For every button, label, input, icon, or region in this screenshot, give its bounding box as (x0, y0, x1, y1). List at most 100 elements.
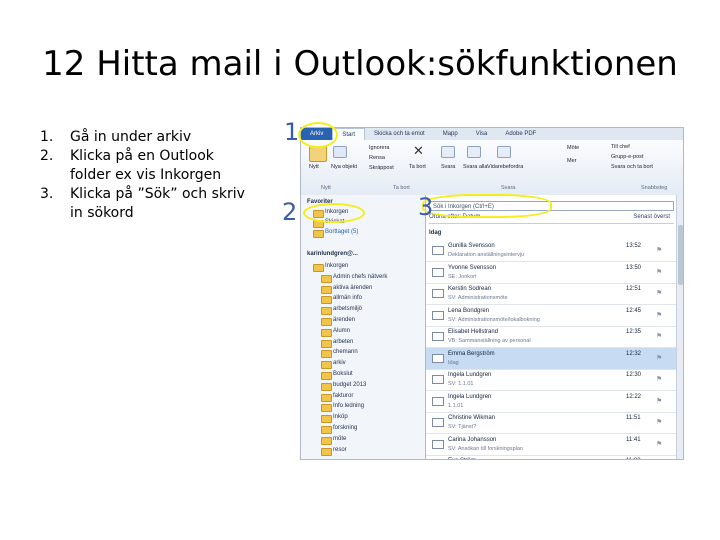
nav-folder[interactable]: resor (333, 447, 347, 453)
meeting-button[interactable]: Möte (567, 145, 579, 151)
quick-step-team-email[interactable]: Grupp-e-post (611, 154, 643, 160)
flag-icon[interactable]: ⚑ (656, 397, 662, 405)
flag-icon[interactable]: ⚑ (656, 246, 662, 254)
reply-all-icon (467, 146, 481, 158)
nav-folder[interactable]: arbetsmiljö (333, 306, 362, 312)
step-1: 1. Gå in under arkiv (40, 128, 255, 147)
nav-folder[interactable]: Admin chefs nätverk (333, 274, 387, 280)
flag-icon[interactable]: ⚑ (656, 418, 662, 426)
mail-row[interactable]: Christine Wikman SV: Tjänst? 11:51 ⚑ (426, 412, 676, 434)
mail-time: 13:52 (626, 243, 642, 249)
new-items-button[interactable]: Nya objekt (331, 164, 357, 170)
mail-time: 12:32 (626, 350, 642, 357)
mail-sender: Elisabet Hellstrand (448, 329, 499, 335)
mail-sender: Kerstin Sodrean (448, 286, 492, 292)
mail-subject: SV: Administrationsmöte/lokalbokning (448, 316, 540, 323)
reply-button[interactable]: Svara (441, 164, 455, 170)
quick-step-to-manager[interactable]: Till chef (611, 144, 630, 150)
list-scrollbar[interactable] (676, 195, 683, 459)
group-respond-label: Svara (501, 185, 516, 191)
flag-icon[interactable]: ⚑ (656, 440, 662, 448)
new-email-icon (309, 146, 327, 162)
folder-icon (313, 264, 324, 272)
nav-favorite-deleted[interactable]: Borttaget (5) (325, 229, 358, 235)
mail-sender: Yvonne Svensson (448, 264, 497, 271)
nav-folder[interactable]: arkiv (333, 360, 346, 366)
mail-subject: SV: 1.1.01 (448, 381, 474, 387)
nav-folder[interactable]: fakturor (333, 393, 353, 399)
mail-row[interactable]: Yvonne Svensson SE: Jonkort 13:50 ⚑ (426, 262, 676, 284)
mail-subject: SV: Tjänst? (448, 424, 477, 430)
ignore-button[interactable]: Ignorera (369, 145, 390, 151)
new-email-button[interactable]: Nytt (309, 164, 319, 170)
mail-subject: SV: Administrationsmöte (448, 295, 508, 301)
step-3: 3. Klicka på ”Sök” och skriv in sökord (40, 185, 255, 223)
nav-folder[interactable]: ärenden (333, 317, 355, 323)
quick-step-reply-delete[interactable]: Svara och ta bort (611, 164, 653, 170)
step-text: Klicka på en Outlook folder ex vis Inkor… (70, 148, 222, 183)
mail-subject: Deklaration anställningsintervju (448, 252, 525, 258)
mail-row[interactable]: Gunilla Svensson Deklaration anställnings… (426, 240, 676, 262)
message-list: Sök i Inkorgen (Ctrl+E) Ordna efter: Dat… (426, 195, 683, 459)
nav-folder[interactable]: budget 2013 (333, 382, 366, 388)
nav-folder[interactable]: Alumn (333, 328, 350, 334)
step-text: Gå in under arkiv (70, 129, 192, 145)
nav-folder[interactable]: Inkorgen (325, 263, 348, 269)
mail-row[interactable]: Eva Ström11:02⚑ (426, 455, 676, 459)
flag-icon[interactable]: ⚑ (656, 375, 662, 383)
nav-folder[interactable]: forskning (333, 425, 357, 431)
tab-send-receive[interactable]: Skicka och ta emot (365, 128, 434, 140)
reply-all-button[interactable]: Svara alla (463, 164, 487, 170)
mail-sender: Gunilla Svensson (448, 243, 495, 249)
navigation-pane: Favoriter Inkorgen Skickat Borttaget (5)… (301, 195, 426, 459)
nav-folder[interactable]: möte (333, 436, 346, 442)
flag-icon[interactable]: ⚑ (656, 311, 662, 319)
mail-time: 11:41 (626, 436, 641, 443)
mail-subject: SE: Jonkort (448, 273, 477, 280)
annotation-number-1: 1 (284, 118, 300, 146)
sort-order[interactable]: Senast överst (633, 214, 670, 220)
nav-mailbox[interactable]: karinlundgren@... (307, 251, 358, 257)
folder-icon (321, 382, 332, 391)
nav-folder[interactable]: Inköp (333, 414, 348, 420)
mail-time: 12:35 (626, 329, 642, 335)
flag-icon[interactable]: ⚑ (656, 289, 662, 297)
nav-folder[interactable]: aktiva ärenden (333, 285, 372, 291)
mail-row[interactable]: Kerstin Sodrean SV: Administrationsmöte 12… (426, 283, 676, 305)
forward-button[interactable]: Vidarebefordra (487, 164, 523, 170)
envelope-icon (432, 246, 444, 255)
mail-row[interactable]: Ingela Lundgren 1.1.01 12:22 ⚑ (426, 391, 676, 413)
more-button[interactable]: Mer (567, 158, 576, 164)
nav-folder[interactable]: arbeten (333, 339, 353, 345)
mail-row[interactable]: Ingela Lundgren SV: 1.1.01 12:30 ⚑ (426, 369, 676, 391)
mail-time: 12:30 (626, 372, 642, 378)
clean-up-button[interactable]: Rensa (369, 155, 385, 161)
mail-time: 12:22 (626, 393, 642, 400)
nav-folder[interactable]: allmän info (333, 295, 362, 301)
folder-icon (321, 328, 332, 337)
junk-button[interactable]: Skräppost (369, 165, 394, 171)
folder-icon (313, 230, 324, 238)
flag-icon[interactable]: ⚑ (656, 332, 662, 340)
flag-icon[interactable]: ⚑ (656, 268, 662, 276)
group-delete-label: Ta bort (393, 185, 410, 191)
highlight-arkiv-circle (298, 122, 338, 148)
flag-icon[interactable]: ⚑ (656, 354, 662, 362)
nav-folder[interactable]: Info ledning (333, 403, 364, 409)
folder-icon (321, 372, 332, 380)
mail-row[interactable]: Lena Bondgren SV: Administrationsmöte/lok… (426, 305, 676, 327)
tab-view[interactable]: Visa (467, 128, 497, 140)
scroll-thumb[interactable] (678, 225, 683, 285)
tab-folder[interactable]: Mapp (434, 128, 467, 140)
mail-row[interactable]: Emma Bergström Idag 12:32 ⚑ (426, 347, 676, 370)
step-number: 1. (40, 129, 54, 145)
mail-row[interactable]: Carina Johansson SV: Ansökan till forskni… (426, 434, 676, 456)
mail-time: 12:45 (626, 307, 642, 314)
nav-folder[interactable]: Bokslut (333, 371, 353, 377)
mail-row[interactable]: Elisabet Hellstrand VB: Sammanställning a… (426, 326, 676, 348)
group-today[interactable]: Idag (429, 230, 441, 236)
nav-folder[interactable]: chemann (333, 349, 358, 355)
tab-adobe-pdf[interactable]: Adobe PDF (496, 128, 545, 140)
delete-button[interactable]: Ta bort (409, 164, 426, 170)
mail-sender: Lena Bondgren (448, 307, 490, 314)
